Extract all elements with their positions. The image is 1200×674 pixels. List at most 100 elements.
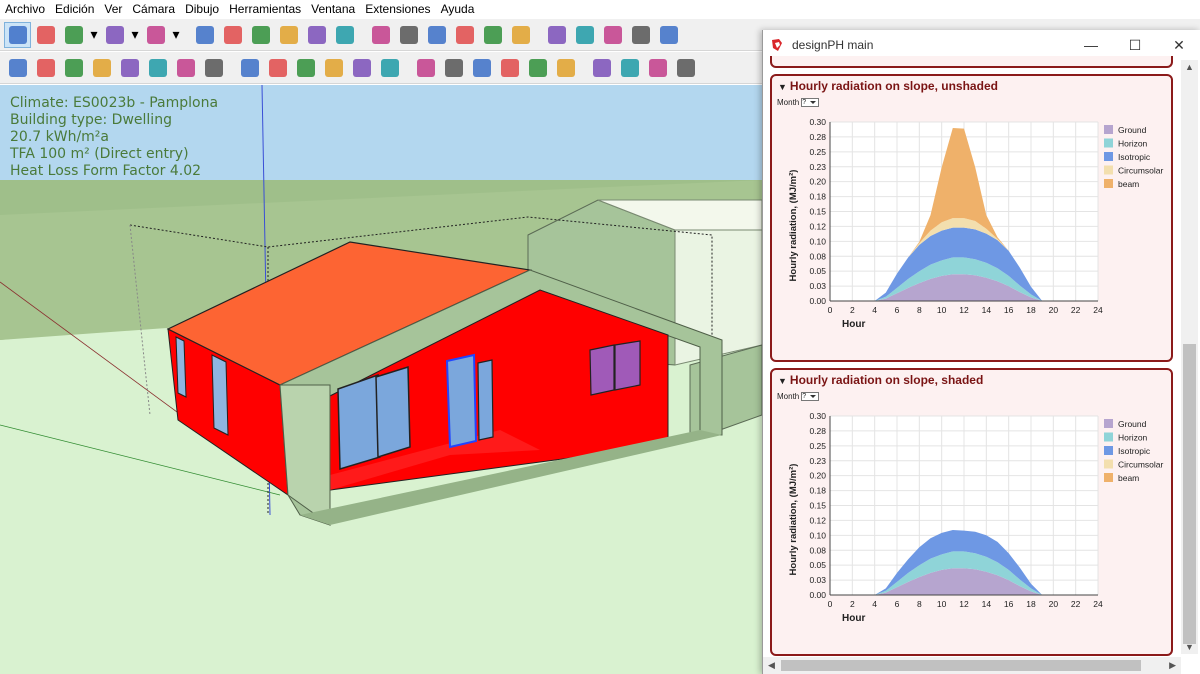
model-viewport[interactable]: Climate: ES0023b - Pamplona Building typ… <box>0 85 762 674</box>
warning-icon[interactable] <box>588 55 615 81</box>
y-tick-label: 0.12 <box>809 221 826 231</box>
x-tick-label: 2 <box>850 599 855 609</box>
scroll-left-icon[interactable]: ◀ <box>768 660 775 671</box>
vertical-scroll-thumb[interactable] <box>1183 344 1196 644</box>
legend-swatch-isotropic <box>1104 446 1113 455</box>
new-icon[interactable] <box>4 55 31 81</box>
x-tick-label: 4 <box>872 599 877 609</box>
x-tick-label: 22 <box>1071 305 1081 315</box>
y-tick-label: 0.25 <box>809 147 826 157</box>
idf-import-icon-glyph <box>148 58 167 77</box>
warehouse-icon-glyph <box>575 25 594 44</box>
save-icon[interactable] <box>60 55 87 81</box>
text-icon[interactable] <box>367 22 394 48</box>
components-icon[interactable] <box>543 22 570 48</box>
paint-bucket-icon[interactable] <box>395 22 422 48</box>
warehouse-icon[interactable] <box>571 22 598 48</box>
filter-icon[interactable] <box>524 55 551 81</box>
horizontal-scrollbar[interactable]: ◀ ▶ <box>763 657 1181 674</box>
person-icon[interactable] <box>348 55 375 81</box>
recycle-icon[interactable] <box>412 55 439 81</box>
menu-item-5[interactable]: Herramientas <box>224 0 306 19</box>
arc-icon-glyph <box>105 25 124 44</box>
rotate-icon[interactable] <box>275 22 302 48</box>
horizontal-scroll-thumb[interactable] <box>781 660 1141 671</box>
box-icon[interactable] <box>616 55 643 81</box>
chart-unshaded: 0.00 0.03 0.05 0.08 0.10 0.12 0.15 0.18 0.20 0.23… <box>788 117 1164 330</box>
legend-swatch-circumsolar <box>1104 459 1113 469</box>
push-pull-icon[interactable] <box>191 22 218 48</box>
grid-icon[interactable] <box>172 55 199 81</box>
front-door-side <box>477 359 494 441</box>
designph-window[interactable]: designPH main — ☐ ✕ ▼ Hourly radiation on… <box>762 30 1200 674</box>
calculator-icon-glyph <box>296 58 315 77</box>
menu-item-3[interactable]: Cámara <box>127 0 180 19</box>
panel-unshaded: ▼ Hourly radiation on slope, unshaded Mon… <box>770 74 1173 362</box>
front-window-2 <box>375 365 411 459</box>
share-model-icon[interactable] <box>599 22 626 48</box>
layout-icon[interactable] <box>468 55 495 81</box>
x-tick-label: 18 <box>1026 305 1036 315</box>
menu-item-0[interactable]: Archivo <box>0 0 50 19</box>
extension-warehouse-icon[interactable] <box>627 22 654 48</box>
package-icon[interactable] <box>672 55 699 81</box>
arc-icon[interactable] <box>101 22 128 48</box>
eraser-selected-icon[interactable] <box>655 22 682 48</box>
menu-item-2[interactable]: Ver <box>99 0 127 19</box>
search-icon[interactable] <box>496 55 523 81</box>
panel-unshaded-header[interactable]: ▼ Hourly radiation on slope, unshaded <box>778 79 998 93</box>
add-component-icon[interactable] <box>200 55 227 81</box>
dropdown-arrow-icon[interactable]: ▾ <box>129 22 141 48</box>
y-tick-label: 0.03 <box>809 575 826 585</box>
scroll-down-icon[interactable]: ▼ <box>1185 642 1194 652</box>
collapse-triangle-icon[interactable]: ▼ <box>778 82 787 92</box>
follow-me-icon[interactable] <box>219 22 246 48</box>
move-icon[interactable] <box>247 22 274 48</box>
y-tick-label: 0.12 <box>809 515 826 525</box>
scale-icon[interactable] <box>303 22 330 48</box>
zoom-icon-glyph <box>483 25 502 44</box>
tree-icon[interactable] <box>236 55 263 81</box>
calculator-icon[interactable] <box>292 55 319 81</box>
upload-icon[interactable] <box>32 55 59 81</box>
select-arrow-icon[interactable] <box>4 21 31 48</box>
idf-export-icon[interactable] <box>116 55 143 81</box>
shading-icon[interactable] <box>264 55 291 81</box>
rectangle-icon[interactable] <box>142 22 169 48</box>
tape-measure-icon[interactable] <box>331 22 358 48</box>
filter-icon-glyph <box>528 58 547 77</box>
dropdown-arrow-icon[interactable]: ▾ <box>170 22 182 48</box>
scroll-up-icon[interactable]: ▲ <box>1185 62 1194 72</box>
section-icon-glyph <box>556 58 575 77</box>
zoom-icon[interactable] <box>479 22 506 48</box>
plane-icon[interactable] <box>440 55 467 81</box>
scroll-right-icon[interactable]: ▶ <box>1169 660 1176 671</box>
light-icon[interactable] <box>320 55 347 81</box>
help-icon[interactable] <box>644 55 671 81</box>
window-icon[interactable] <box>376 55 403 81</box>
move-icon-glyph <box>251 25 270 44</box>
menu-item-4[interactable]: Dibujo <box>180 0 224 19</box>
zoom-extents-icon[interactable] <box>507 22 534 48</box>
x-axis-label: Hour <box>842 319 865 330</box>
legend-label-beam: beam <box>1118 473 1139 483</box>
pan-icon[interactable] <box>451 22 478 48</box>
eraser-icon[interactable] <box>32 22 59 48</box>
menu-item-1[interactable]: Edición <box>50 0 99 19</box>
pencil-icon[interactable] <box>60 22 87 48</box>
dropdown-arrow-icon[interactable]: ▾ <box>88 22 100 48</box>
legend-swatch-horizon <box>1104 138 1113 148</box>
menu-item-8[interactable]: Ayuda <box>436 0 480 19</box>
search-icon-glyph <box>500 58 519 77</box>
front-window-1 <box>337 373 381 471</box>
box-icon-glyph <box>620 58 639 77</box>
save-dh-icon[interactable] <box>88 55 115 81</box>
orbit-icon[interactable] <box>423 22 450 48</box>
collapse-triangle-icon[interactable]: ▼ <box>778 376 787 386</box>
idf-import-icon[interactable] <box>144 55 171 81</box>
menu-item-7[interactable]: Extensiones <box>360 0 435 19</box>
section-icon[interactable] <box>552 55 579 81</box>
vertical-scrollbar[interactable]: ▲ ▼ <box>1181 60 1198 654</box>
menu-item-6[interactable]: Ventana <box>306 0 360 19</box>
panel-shaded-header[interactable]: ▼ Hourly radiation on slope, shaded <box>778 373 983 387</box>
